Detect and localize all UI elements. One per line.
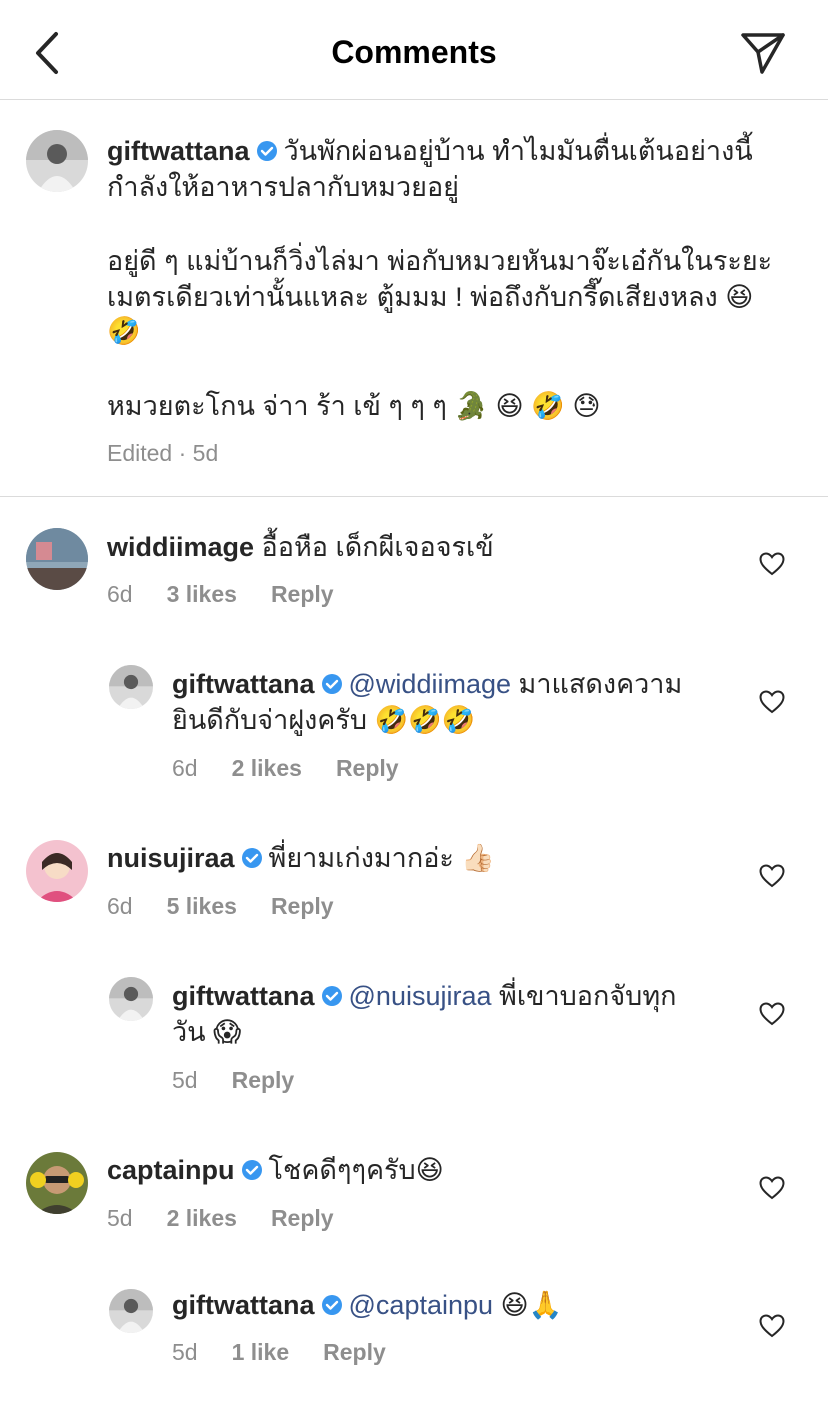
comment-text: โชคดีๆๆครับ😆	[268, 1155, 444, 1185]
comment-line: giftwattana @captainpu 😆🙏	[172, 1287, 562, 1325]
caption-line: giftwattana วันพักผ่อนอยู่บ้าน ทำไมมันตื่…	[107, 133, 753, 171]
comment-likes[interactable]: 1 like	[232, 1339, 290, 1365]
comment-username[interactable]: widdiimage	[107, 532, 254, 562]
mention-link[interactable]: @captainpu	[349, 1290, 494, 1320]
mention-link[interactable]: @widdiimage	[349, 669, 511, 699]
comment-time: 6d	[172, 755, 198, 781]
verified-badge-icon	[256, 135, 278, 171]
comment-line: ยินดีกับจ่าฝูงครับ 🤣🤣🤣	[172, 705, 476, 735]
reply-button[interactable]: Reply	[323, 1339, 386, 1365]
header-bar: Comments	[0, 0, 828, 100]
comment-username[interactable]: giftwattana	[172, 669, 315, 699]
reply-button[interactable]: Reply	[271, 1205, 334, 1231]
comment-text: 😆🙏	[500, 1290, 563, 1320]
comment-likes[interactable]: 2 likes	[167, 1205, 237, 1231]
comment-meta: 6d 2 likes Reply	[172, 755, 433, 782]
reply-button[interactable]: Reply	[336, 755, 399, 781]
comment-likes[interactable]: 5 likes	[167, 893, 237, 919]
comment-text: อื้อหือ เด็กผีเจอจรเข้	[261, 532, 494, 562]
caption-meta: Edited · 5d	[107, 440, 219, 466]
caption-line: อยู่ดี ๆ แม่บ้านก็วิ่งไล่มา พ่อกับหมวยหั…	[107, 246, 773, 276]
page-title: Comments	[331, 34, 497, 70]
heart-icon[interactable]	[759, 1314, 785, 1338]
comment-meta: 5d 1 like Reply	[172, 1339, 420, 1366]
comment-meta: 6d 3 likes Reply	[107, 581, 368, 608]
comment-meta: 5d 2 likes Reply	[107, 1205, 368, 1232]
avatar[interactable]	[109, 977, 153, 1021]
verified-badge-icon	[241, 842, 263, 878]
send-icon[interactable]	[738, 30, 788, 76]
heart-icon[interactable]	[759, 690, 785, 714]
comment-username[interactable]: giftwattana	[172, 1290, 315, 1320]
heart-icon[interactable]	[759, 552, 785, 576]
avatar[interactable]	[26, 840, 88, 902]
comment-text: มาแสดงความ	[518, 669, 683, 699]
caption-text: วันพักผ่อนอยู่บ้าน ทำไมมันตื่นเต้นอย่างน…	[283, 136, 753, 166]
comment-line: giftwattana @nuisujiraa พี่เขาบอกจับทุก	[172, 978, 676, 1016]
comment-likes[interactable]: 2 likes	[232, 755, 302, 781]
comment-time: 5d	[107, 1205, 133, 1231]
verified-badge-icon	[321, 668, 343, 704]
verified-badge-icon	[241, 1154, 263, 1190]
comment-meta: 6d 5 likes Reply	[107, 893, 368, 920]
verified-badge-icon	[321, 1289, 343, 1325]
comment-meta: 5d Reply	[172, 1067, 328, 1094]
comment-time: 6d	[107, 893, 133, 919]
reply-button[interactable]: Reply	[271, 893, 334, 919]
comment-username[interactable]: captainpu	[107, 1155, 235, 1185]
comment-line: giftwattana @widdiimage มาแสดงความ	[172, 666, 682, 704]
comment-likes[interactable]: 3 likes	[167, 581, 237, 607]
comment-line: วัน 😱	[172, 1017, 242, 1047]
comment-time: 5d	[172, 1067, 198, 1093]
avatar[interactable]	[109, 1289, 153, 1333]
comment-text: พี่เขาบอกจับทุก	[499, 981, 677, 1011]
caption-username[interactable]: giftwattana	[107, 136, 250, 166]
caption-line: หมวยตะโกน จ่าา ร้า เข้ ๆ ๆ ๆ 🐊 😆 🤣 😓	[107, 391, 601, 421]
caption-line: กำลังให้อาหารปลากับหมวยอยู่	[107, 172, 460, 202]
comment-text: พี่ยามเก่งมากอ่ะ 👍🏻	[268, 843, 496, 873]
heart-icon[interactable]	[759, 1176, 785, 1200]
divider	[0, 496, 828, 497]
avatar[interactable]	[26, 1152, 88, 1214]
reply-button[interactable]: Reply	[271, 581, 334, 607]
avatar[interactable]	[109, 665, 153, 709]
comment-line: captainpu โชคดีๆๆครับ😆	[107, 1152, 444, 1190]
caption-line: 🤣	[107, 316, 141, 347]
comment-line: nuisujiraa พี่ยามเก่งมากอ่ะ 👍🏻	[107, 840, 495, 878]
comment-time: 6d	[107, 581, 133, 607]
comment-username[interactable]: giftwattana	[172, 981, 315, 1011]
reply-button[interactable]: Reply	[232, 1067, 295, 1093]
mention-link[interactable]: @nuisujiraa	[349, 981, 492, 1011]
comment-username[interactable]: nuisujiraa	[107, 843, 235, 873]
comment-line: widdiimage อื้อหือ เด็กผีเจอจรเข้	[107, 529, 494, 565]
caption-line: เมตรเดียวเท่านั้นแหละ ตู้มมม ! พ่อถึงกับ…	[107, 282, 754, 312]
verified-badge-icon	[321, 980, 343, 1016]
heart-icon[interactable]	[759, 864, 785, 888]
heart-icon[interactable]	[759, 1002, 785, 1026]
comment-time: 5d	[172, 1339, 198, 1365]
avatar[interactable]	[26, 528, 88, 590]
avatar[interactable]	[26, 130, 88, 192]
